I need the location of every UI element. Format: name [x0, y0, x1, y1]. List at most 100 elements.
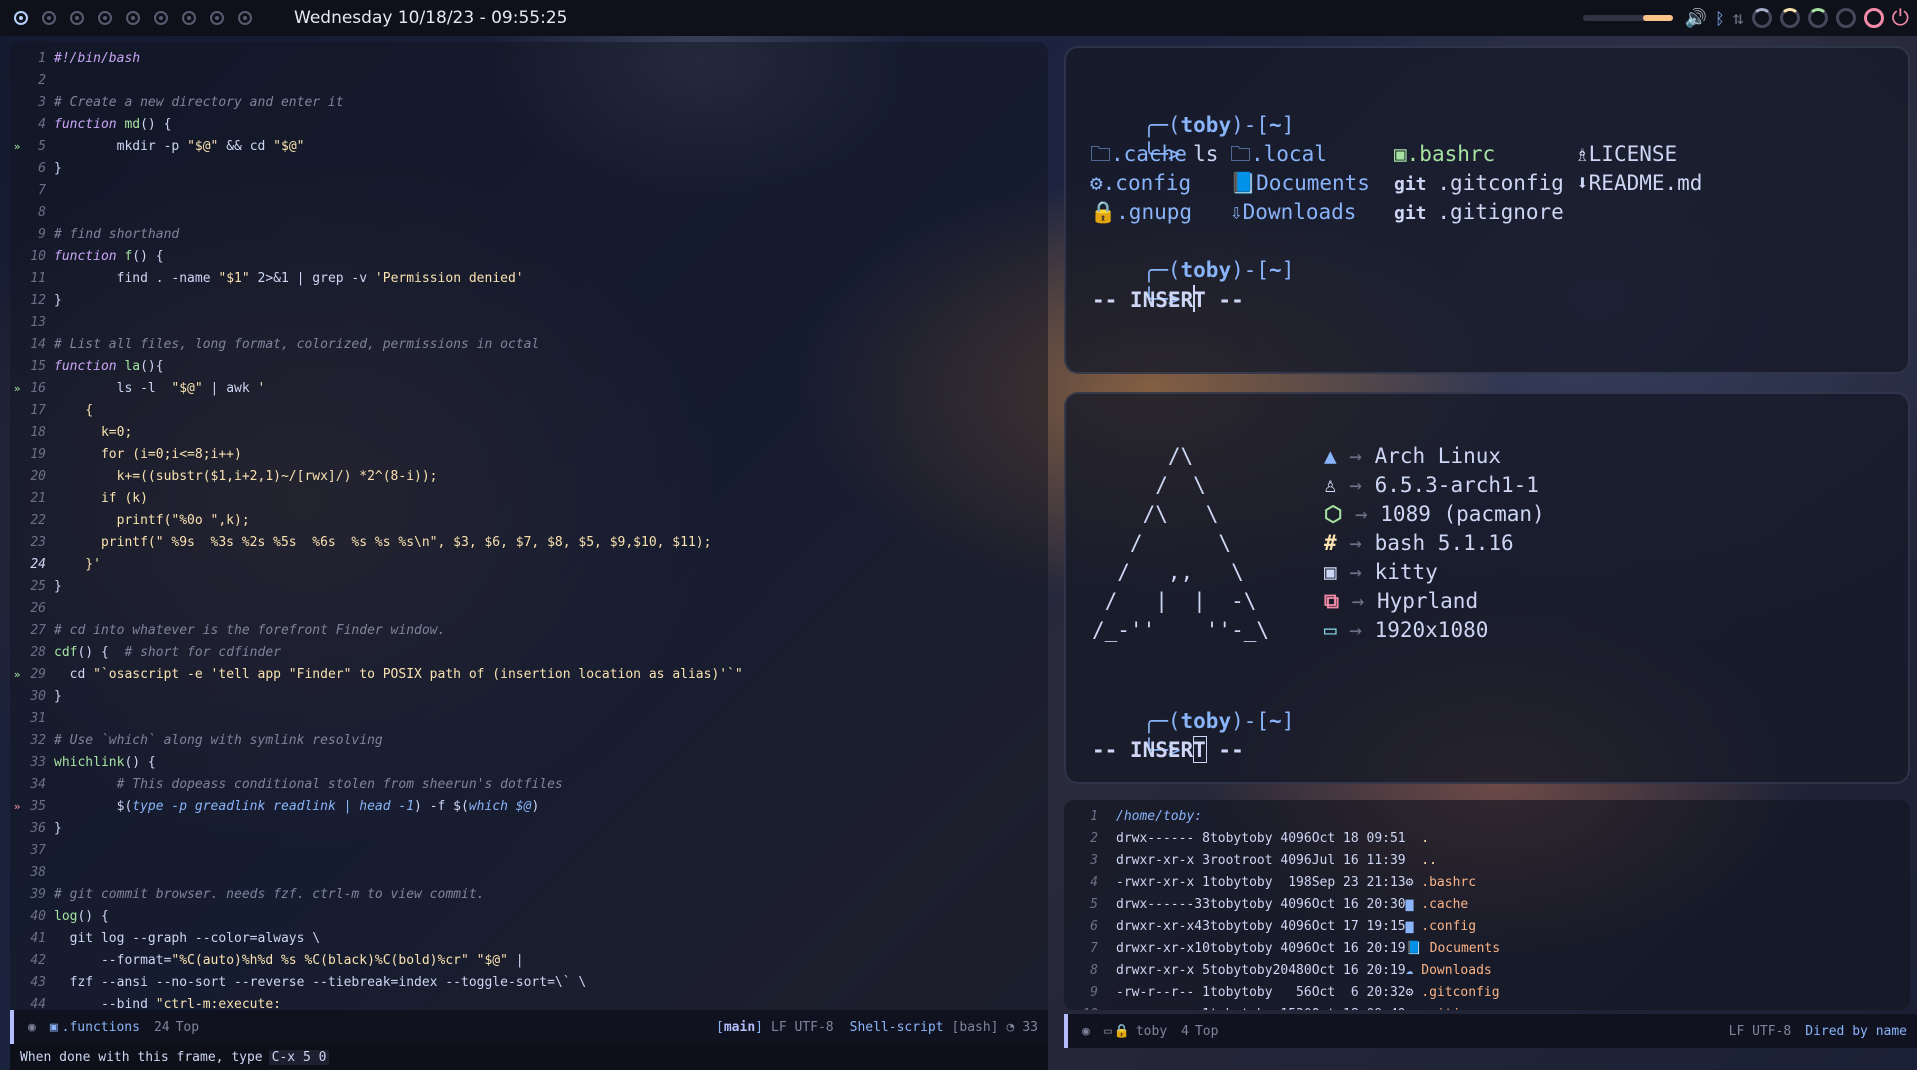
- code-line[interactable]: 27 # cd into whatever is the forefront Fi…: [10, 620, 1048, 642]
- code-line[interactable]: 2: [10, 70, 1048, 92]
- ls-entry: ⇩Downloads: [1230, 200, 1357, 224]
- code-line[interactable]: 1 #!/bin/bash: [10, 48, 1048, 70]
- code-line[interactable]: 39 # git commit browser. needs fzf. ctrl-…: [10, 884, 1048, 906]
- code-line[interactable]: 28 cdf() { # short for cdfinder: [10, 642, 1048, 664]
- folder-icon: 🔒: [1090, 200, 1117, 224]
- dired-links: 5: [1194, 963, 1210, 978]
- arch-icon: ▲: [1324, 444, 1337, 468]
- dired-row[interactable]: 3 drwxr-xr-x 3 root root 4096 Jul 16 11:3…: [1064, 850, 1910, 872]
- dired-row[interactable]: 6 drwxr-xr-x 43 toby toby 4096 Oct 17 19:…: [1064, 916, 1910, 938]
- line-number: 16: [30, 381, 46, 396]
- folder-icon: ⇩: [1230, 200, 1243, 224]
- keybinding: C-x 5 0: [268, 1049, 330, 1065]
- code-line[interactable]: 34 # This dopeass conditional stolen fro…: [10, 774, 1048, 796]
- dired-row[interactable]: 4 -rwxr-xr-x 1 toby toby 198 Sep 23 21:13…: [1064, 872, 1910, 894]
- code-buffer[interactable]: 1 #!/bin/bash 2 3 # Create a new directory a…: [10, 48, 1048, 1016]
- code-line[interactable]: 9 # find shorthand: [10, 224, 1048, 246]
- dired-links: 1: [1194, 875, 1210, 890]
- dired-buffer[interactable]: 1/home/toby: 2 drwx------ 8 toby toby 4096…: [1064, 800, 1910, 1010]
- code-line[interactable]: 31: [10, 708, 1048, 730]
- dired-row[interactable]: 9 -rw-r--r-- 1 toby toby 56 Oct 6 20:32 ⚙…: [1064, 982, 1910, 1004]
- code-line[interactable]: 25}: [10, 576, 1048, 598]
- code-line[interactable]: 43 fzf --ansi --no-sort --reverse --tieb…: [10, 972, 1048, 994]
- code-line[interactable]: 26: [10, 598, 1048, 620]
- code-line[interactable]: 21 if (k): [10, 488, 1048, 510]
- code-line[interactable]: 4 function md() {: [10, 114, 1048, 136]
- code-line[interactable]: 23 printf(" %9s %3s %2s %5s %6s %s %s %s…: [10, 532, 1048, 554]
- dired-links: 8: [1194, 831, 1210, 846]
- workspace-1-icon[interactable]: [14, 11, 28, 25]
- code-line[interactable]: 42 --format="%C(auto)%h%d %s %C(black)%C…: [10, 950, 1048, 972]
- code-line[interactable]: 32 # Use `which` along with symlink resol…: [10, 730, 1048, 752]
- ls-entry: 📘Documents: [1230, 171, 1370, 195]
- volume-slider[interactable]: [1582, 15, 1673, 21]
- dired-filename: .config: [1421, 919, 1477, 934]
- power-icon[interactable]: ⏻: [1892, 6, 1909, 31]
- code-line[interactable]: 13: [10, 312, 1048, 334]
- code-line[interactable]: 15 function la(){: [10, 356, 1048, 378]
- code-line[interactable]: 18 k=0;: [10, 422, 1048, 444]
- dired-u: toby: [1209, 985, 1242, 1000]
- dired-row[interactable]: 7 drwxr-xr-x 10 toby toby 4096 Oct 16 20:…: [1064, 938, 1910, 960]
- code-line[interactable]: 37: [10, 840, 1048, 862]
- line-number: 17: [30, 403, 46, 418]
- dired-row[interactable]: 8 drwxr-xr-x 5 toby toby 20480 Oct 16 20:…: [1064, 960, 1910, 982]
- ls-entry: ▣.bashrc: [1394, 142, 1496, 166]
- terminal-fetch[interactable]: /\ / \ /\ \ / \ / ,, \ / | | -\ /_-'' ''…: [1064, 392, 1910, 784]
- code-line[interactable]: 8: [10, 202, 1048, 224]
- code-line[interactable]: 33 whichlink() {: [10, 752, 1048, 774]
- dired-row[interactable]: 5 drwx------ 33 toby toby 4096 Oct 16 20:…: [1064, 894, 1910, 916]
- workspace-8-icon[interactable]: [210, 11, 224, 25]
- code-line[interactable]: 41 git log --graph --color=always \: [10, 928, 1048, 950]
- code-line[interactable]: 3 # Create a new directory and enter it: [10, 92, 1048, 114]
- code-line[interactable]: » 29 cd "`osascript -e 'tell app "Finder"…: [10, 664, 1048, 686]
- diff-gutter-marker: »: [13, 800, 21, 813]
- code-line[interactable]: 12}: [10, 290, 1048, 312]
- code-line[interactable]: 24 }': [10, 554, 1048, 576]
- workspace-4-icon[interactable]: [98, 11, 112, 25]
- code-line[interactable]: 38: [10, 862, 1048, 884]
- code-line[interactable]: » 35 $(type -p greadlink readlink | head …: [10, 796, 1048, 818]
- emacs-editor[interactable]: 1 #!/bin/bash 2 3 # Create a new directory a…: [10, 42, 1048, 1024]
- code-line[interactable]: 14 # List all files, long format, coloriz…: [10, 334, 1048, 356]
- dired-line-number: 4: [1181, 1023, 1189, 1039]
- workspace-2-icon[interactable]: [42, 11, 56, 25]
- dired-row[interactable]: 2 drwx------ 8 toby toby 4096 Oct 18 09:5…: [1064, 828, 1910, 850]
- code-line[interactable]: » 16 ls -l "$@" | awk ': [10, 378, 1048, 400]
- code-line[interactable]: 40 log() {: [10, 906, 1048, 928]
- workspace-9-icon[interactable]: [238, 11, 252, 25]
- code-line[interactable]: 19 for (i=0;i<=8;i++): [10, 444, 1048, 466]
- code-line[interactable]: » 5 mkdir -p "$@" && cd "$@": [10, 136, 1048, 158]
- workspace-3-icon[interactable]: [70, 11, 84, 25]
- code-text: }: [54, 579, 62, 594]
- dired-links: 10: [1194, 941, 1210, 956]
- code-line[interactable]: 30}: [10, 686, 1048, 708]
- code-line[interactable]: 22 printf("%0o ",k);: [10, 510, 1048, 532]
- line-number: 28: [30, 645, 46, 660]
- git-branch[interactable]: [main]: [716, 1020, 763, 1035]
- code-line[interactable]: 20 k+=((substr($1,i+2,1)~/[rwx]/) *2^(8-…: [10, 466, 1048, 488]
- code-line[interactable]: 17 {: [10, 400, 1048, 422]
- line-number: 7: [38, 183, 46, 198]
- arch-ascii-logo: /\ / \ /\ \ / \ / ,, \ / | | -\ /_-'' ''…: [1092, 444, 1270, 642]
- code-text: }: [54, 821, 62, 836]
- dired-size: 4096: [1272, 831, 1312, 846]
- diff-gutter-marker: [10, 224, 24, 246]
- code-line[interactable]: 10 function f() {: [10, 246, 1048, 268]
- column-number: 33: [1022, 1019, 1038, 1035]
- code-line[interactable]: 36}: [10, 818, 1048, 840]
- code-text: fzf --ansi --no-sort --reverse --tiebrea…: [54, 975, 587, 990]
- workspace-6-icon[interactable]: [154, 11, 168, 25]
- diff-gutter-marker: [10, 598, 24, 620]
- code-line[interactable]: 11 find . -name "$1" 2>&1 | grep -v 'Per…: [10, 268, 1048, 290]
- volume-icon[interactable]: 🔊: [1685, 8, 1707, 29]
- terminal-ls[interactable]: ╭─(toby)-[~] ╰─> ls 🗀.cache 🗀.local ▣.bash…: [1064, 46, 1910, 374]
- workspace-5-icon[interactable]: [126, 11, 140, 25]
- dired-row[interactable]: 10-rw-r--r-- 1 toby toby 1530 Oct 18 09:…: [1064, 1004, 1910, 1010]
- dired-g: toby: [1241, 963, 1273, 978]
- code-line[interactable]: 6}: [10, 158, 1048, 180]
- code-line[interactable]: 7: [10, 180, 1048, 202]
- bluetooth-icon[interactable]: ᛒ: [1715, 9, 1725, 28]
- workspace-7-icon[interactable]: [182, 11, 196, 25]
- network-icon[interactable]: ⇅: [1733, 8, 1744, 29]
